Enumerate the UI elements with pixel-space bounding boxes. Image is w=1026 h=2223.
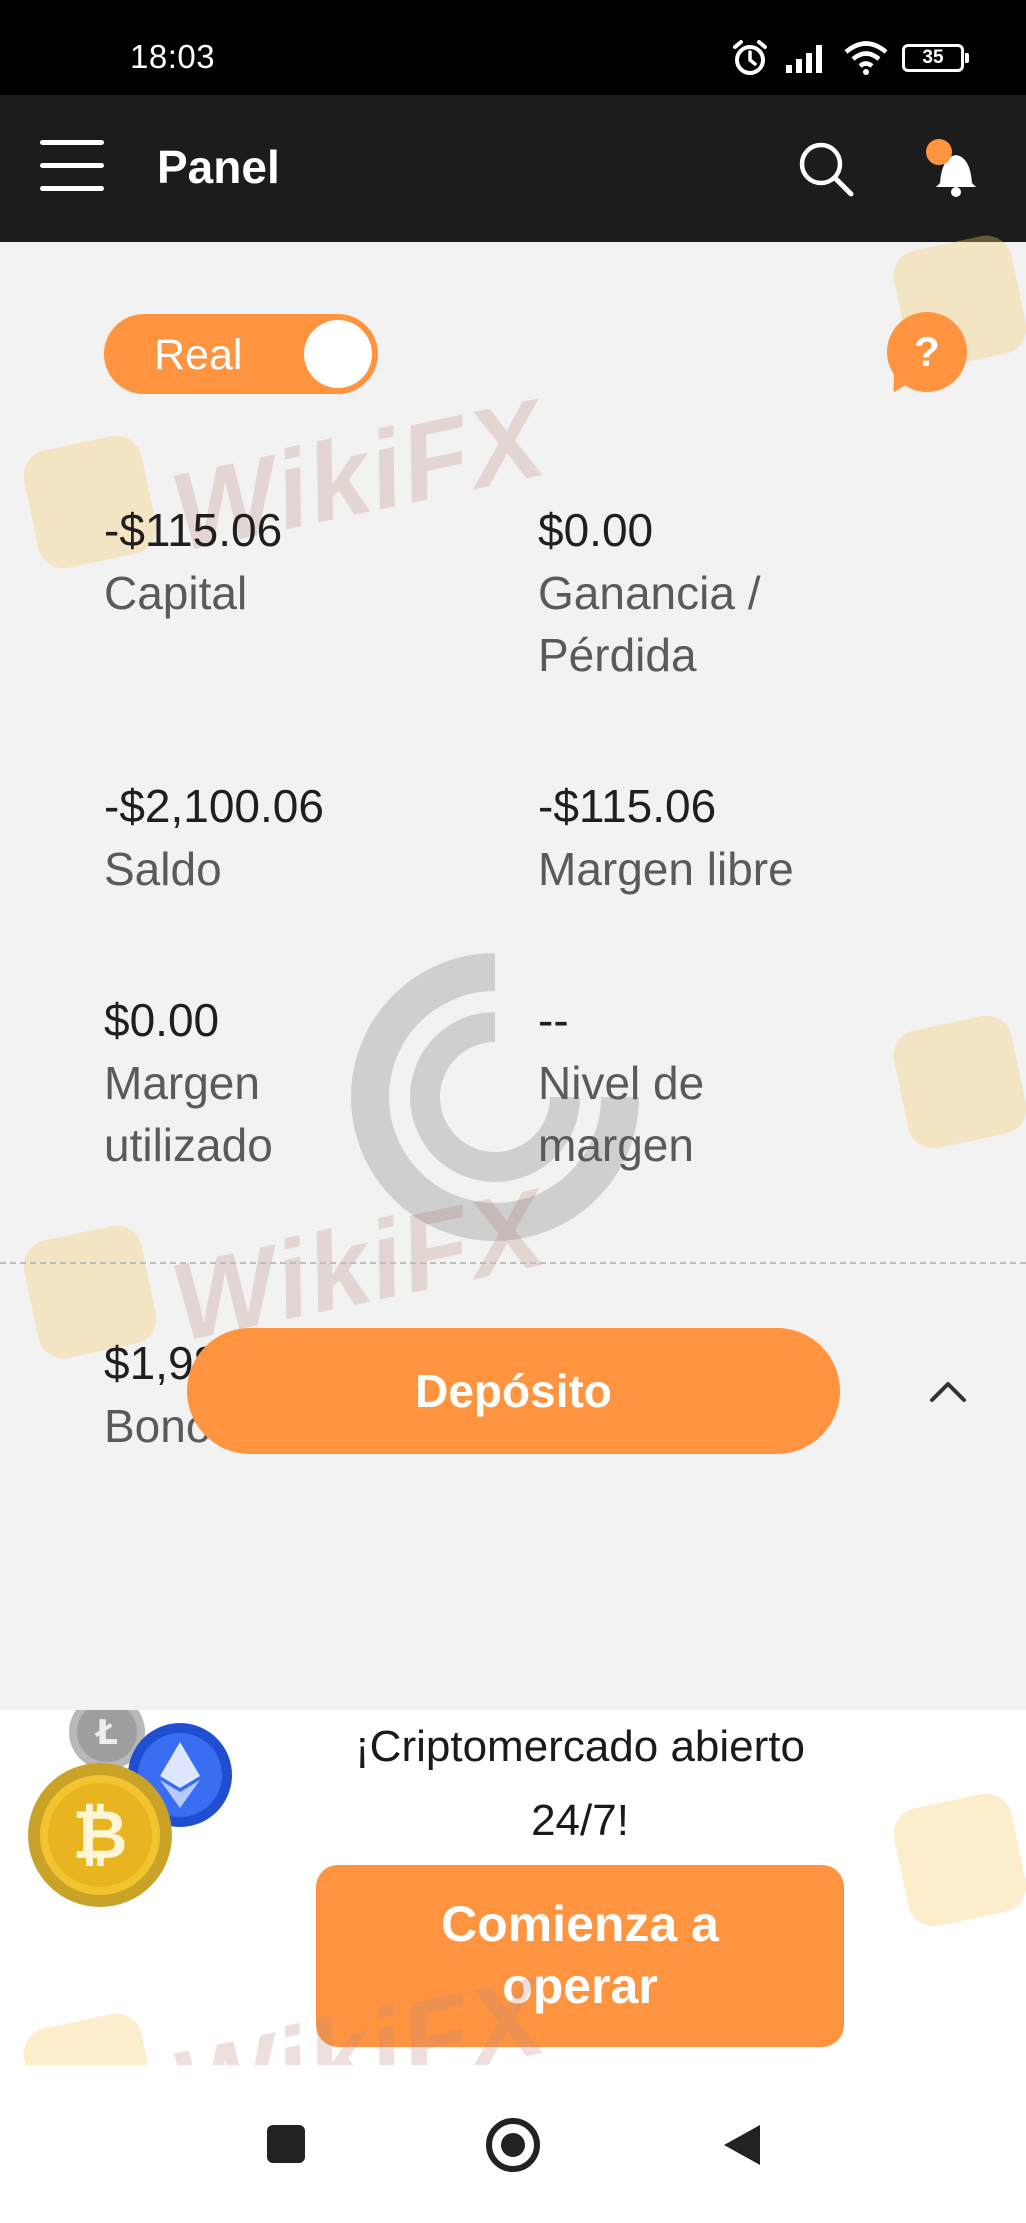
status-icons: 35 (730, 38, 969, 78)
chevron-up-icon[interactable] (918, 1366, 978, 1416)
dashboard-panel: WikiFX WikiFX Real ? -$115.06 Capital $0… (0, 230, 1026, 1710)
notification-badge (926, 139, 952, 165)
metric-balance: -$2,100.06 Saldo (104, 778, 324, 900)
crypto-coins-illustration: Ł ₿ (28, 1710, 232, 1907)
promo-text: ¡Criptomercado abierto 24/7! (355, 1722, 805, 1845)
signal-icon (786, 45, 822, 73)
metric-free-margin: -$115.06 Margen libre (538, 778, 794, 900)
page-title: Panel (157, 141, 280, 193)
account-mode-toggle[interactable]: Real (104, 314, 378, 394)
watermark-text: WikiFX (161, 1166, 557, 1365)
metric-margin-level: -- Nivel de margen (538, 992, 798, 1176)
metric-value: -$2,100.06 (104, 780, 324, 832)
metric-value: $0.00 (104, 994, 220, 1046)
start-trading-button[interactable]: Comienza a operar (316, 1865, 844, 2047)
svg-text:₿: ₿ (72, 1796, 127, 1875)
watermark-badge (888, 1788, 1026, 1932)
section-divider (0, 1262, 1026, 1264)
menu-icon[interactable] (40, 140, 104, 192)
battery-icon: 35 (902, 44, 969, 72)
metric-used-margin: $0.00 Margen utilizado (104, 992, 364, 1176)
bitcoin-icon: ₿ (28, 1763, 172, 1907)
metric-label: Capital (104, 567, 248, 619)
help-icon[interactable]: ? (883, 312, 971, 399)
watermark-badge (18, 1220, 162, 1364)
metric-value: $0.00 (538, 504, 654, 556)
home-icon[interactable] (473, 2105, 553, 2185)
metric-label: Ganancia / Pérdida (538, 567, 761, 681)
metric-value: -- (538, 994, 569, 1046)
metric-value: -$115.06 (104, 504, 283, 556)
toggle-knob (304, 320, 372, 388)
watermark-badge (888, 1010, 1026, 1154)
wifi-icon (844, 41, 888, 75)
svg-text:Ł: Ł (94, 1713, 118, 1753)
deposit-button[interactable]: Depósito (187, 1328, 840, 1454)
metric-value: -$115.06 (538, 780, 717, 832)
status-time: 18:03 (130, 38, 216, 75)
metric-label: Margen utilizado (104, 1057, 273, 1171)
app-header: Panel (0, 95, 1026, 242)
alarm-icon (733, 40, 767, 75)
metric-label: Saldo (104, 843, 222, 895)
recent-apps-icon[interactable] (245, 2105, 325, 2185)
metric-profit-loss: $0.00 Ganancia / Pérdida (538, 502, 838, 686)
metric-label: Margen libre (538, 843, 794, 895)
metric-capital: -$115.06 Capital (104, 502, 282, 624)
search-icon[interactable] (796, 139, 856, 199)
metric-label: Nivel de margen (538, 1057, 705, 1171)
bell-icon[interactable] (918, 135, 986, 203)
toggle-label: Real (154, 331, 243, 379)
back-icon[interactable] (700, 2105, 780, 2185)
status-bar: 18:03 35 (0, 0, 1026, 95)
promo-banner: Ł ₿ ¡Criptomercado abierto 24/7! Comienz… (0, 1710, 1026, 2153)
system-nav-bar (0, 2065, 1026, 2223)
